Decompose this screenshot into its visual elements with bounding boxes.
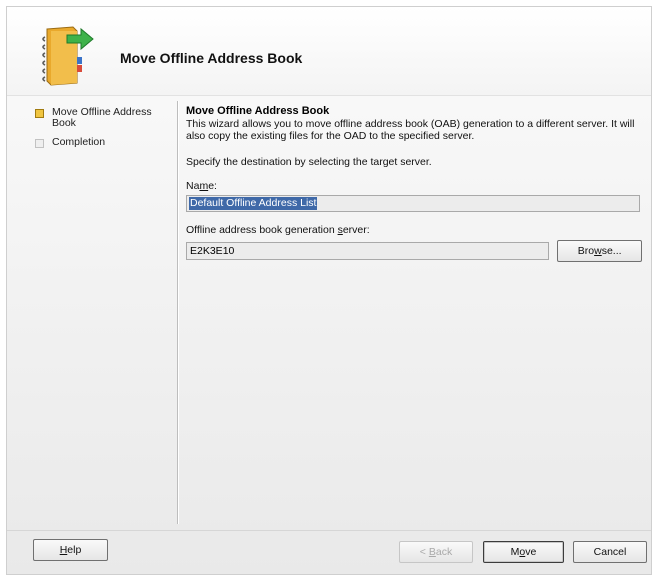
active-step-indicator-icon	[35, 109, 44, 118]
wizard-header: Move Offline Address Book	[7, 7, 651, 96]
pane-divider	[177, 101, 179, 524]
address-book-move-icon	[42, 26, 94, 86]
footer-separator	[7, 530, 651, 531]
step-label: Completion	[52, 136, 106, 148]
server-field[interactable]: E2K3E10	[186, 242, 550, 260]
name-field[interactable]: Default Offline Address List	[186, 195, 640, 212]
cancel-button[interactable]: Cancel	[573, 541, 647, 563]
wizard-content: Move Offline Address Book This wizard al…	[186, 105, 642, 262]
back-button[interactable]: < Back	[399, 541, 473, 563]
instruction-text: Specify the destination by selecting the…	[186, 156, 432, 168]
wizard-steps: Move Offline Address Book Completion	[25, 107, 175, 156]
browse-button[interactable]: Browse...	[557, 240, 642, 262]
wizard-title: Move Offline Address Book	[120, 50, 303, 66]
wizard-window: Move Offline Address Book Move Offline A…	[6, 6, 652, 575]
page-description: This wizard allows you to move offline a…	[186, 118, 635, 142]
inactive-step-indicator-icon	[35, 139, 44, 148]
server-row: E2K3E10 Browse...	[186, 240, 642, 262]
step-completion: Completion	[25, 137, 175, 148]
name-label: Name:	[186, 180, 217, 192]
move-button[interactable]: Move	[483, 541, 564, 563]
server-label: Offline address book generation server:	[186, 224, 370, 236]
step-label: Move Offline Address Book	[52, 106, 152, 129]
step-move-offline-address-book: Move Offline Address Book	[25, 107, 175, 129]
name-field-value: Default Offline Address List	[189, 197, 318, 210]
help-button[interactable]: Help	[33, 539, 108, 561]
page-title: Move Offline Address Book	[186, 105, 330, 117]
